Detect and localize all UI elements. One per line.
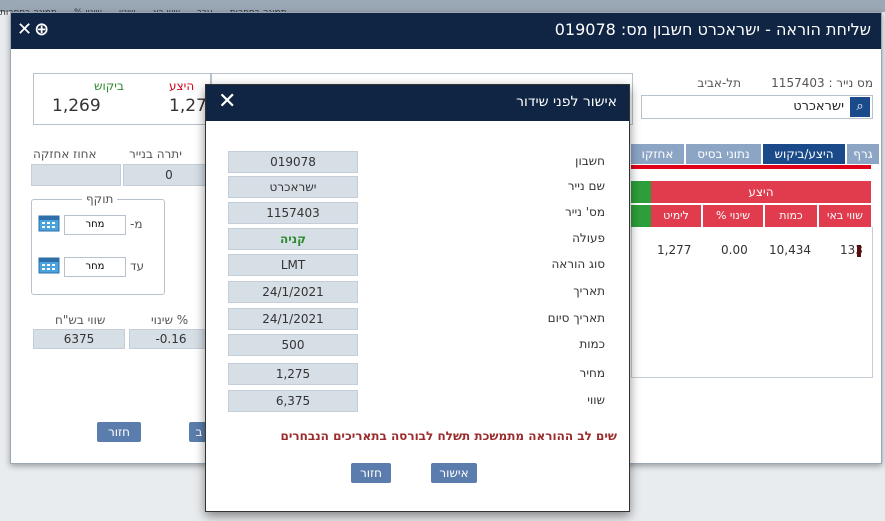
dialog-field: 500 <box>228 334 358 356</box>
bid-label: ביקוש <box>94 79 124 93</box>
dialog-field: 019078 <box>228 151 358 173</box>
exchange-label: תל-אביב <box>697 76 741 90</box>
calendar-icon[interactable] <box>38 256 60 274</box>
window-titlebar: ✕⊕ שליחת הוראה - ישראכרט חשבון מס: 01907… <box>11 13 881 49</box>
bid-col-fragment <box>631 205 651 227</box>
dialog-field-label: מחיר <box>579 366 605 380</box>
dialog-field-label: פעולה <box>572 231 605 245</box>
dialog-row: LMT סוג הוראה <box>206 254 629 278</box>
bid-header-fragment <box>631 181 651 203</box>
close-icon[interactable]: ✕ <box>17 19 34 40</box>
dialog-field-label: סוג הוראה <box>551 257 605 271</box>
dialog-field-label: שווי <box>587 393 605 407</box>
security-search-input[interactable]: ⌕ ישראכרט <box>641 95 873 119</box>
dialog-warning: שים לב ההוראה מתמשכת תשלח לבורסה בתאריכי… <box>280 429 617 443</box>
to-date-input[interactable]: מחר <box>64 257 126 277</box>
tab-chart[interactable]: גרף <box>847 144 879 164</box>
window-title: שליחת הוראה - ישראכרט חשבון מס: 019078 <box>554 20 871 39</box>
dialog-back-button[interactable]: חזור <box>351 463 391 483</box>
dialog-field: 6,375 <box>228 390 358 412</box>
dialog-field: 24/1/2021 <box>228 281 358 303</box>
dialog-field: 24/1/2021 <box>228 308 358 330</box>
value-nis-field: 6375 <box>33 329 125 349</box>
dialog-field-label: תאריך סיום <box>547 311 605 325</box>
calendar-icon[interactable] <box>38 214 60 232</box>
orderbook-col-header: שווי באי <box>819 205 871 227</box>
dialog-row: 1,275 מחיר <box>206 363 629 387</box>
zoom-icon[interactable]: ⊕ <box>34 19 51 40</box>
holding-pct-label: אחוז אחזקה <box>33 147 97 161</box>
dialog-field-label: שם נייר <box>567 179 605 193</box>
dialog-row: 24/1/2021 תאריך <box>206 281 629 305</box>
row-marker <box>857 245 861 257</box>
dialog-row: 500 כמות <box>206 334 629 358</box>
orderbook-col-header: לימיט <box>651 205 701 227</box>
change-pct-label: % שינוי <box>151 313 189 327</box>
dialog-row: 6,375 שווי <box>206 390 629 414</box>
orderbook-cell: 0.00 <box>721 243 748 257</box>
dialog-row: קניה פעולה <box>206 228 629 252</box>
change-pct-field: -0.16 <box>129 329 213 349</box>
dialog-confirm-button[interactable]: אישור <box>431 463 477 483</box>
dialog-row: ישראכרט שם נייר <box>206 176 629 200</box>
dialog-row: 1157403 מס' נייר <box>206 202 629 226</box>
dialog-field-label: חשבון <box>575 154 605 168</box>
quote-box-bid-ask: ביקוש 1,269 היצע 1,277 <box>33 73 218 125</box>
security-number-label: מס נייר : 1157403 <box>771 76 873 90</box>
validity-legend: תוקף <box>82 192 118 206</box>
dialog-title: אישור לפני שידור <box>516 94 617 110</box>
holding-pct-field <box>31 164 121 186</box>
orderbook-cell: 1,277 <box>657 243 692 257</box>
tab-holdings[interactable]: אחזקו <box>631 144 684 164</box>
dialog-field: LMT <box>228 254 358 276</box>
search-icon[interactable]: ⌕ <box>850 97 870 117</box>
dialog-titlebar: ✕ אישור לפני שידור <box>206 85 629 121</box>
back-button[interactable]: חזור <box>97 422 141 442</box>
tab-base-data[interactable]: נתוני בסיס <box>686 144 761 164</box>
dialog-field: ישראכרט <box>228 176 358 198</box>
orderbook-ask-header: היצע <box>651 181 871 203</box>
search-value: ישראכרט <box>793 99 844 114</box>
dialog-row: 019078 חשבון <box>206 151 629 175</box>
validity-group: תוקף מחר מ- מחר עד <box>31 192 165 295</box>
from-date-input[interactable]: מחר <box>64 215 126 235</box>
value-nis-label: שווי בש"ח <box>55 313 106 327</box>
dialog-field-label: תאריך <box>573 284 605 298</box>
tab-bid-ask[interactable]: היצע/ביקוש <box>763 144 845 164</box>
orderbook-cell: 10,434 <box>769 243 811 257</box>
window-controls: ✕⊕ <box>17 19 51 40</box>
bid-value: 1,269 <box>52 96 101 116</box>
dialog-field-action: קניה <box>228 228 358 250</box>
balance-field: 0 <box>123 164 215 186</box>
dialog-field: 1157403 <box>228 202 358 224</box>
dialog-field: 1,275 <box>228 363 358 385</box>
orderbook-col-header: כמות <box>765 205 817 227</box>
dialog-close-icon[interactable]: ✕ <box>218 89 236 114</box>
confirm-dialog: ✕ אישור לפני שידור 019078 חשבון ישראכרט … <box>205 84 630 512</box>
ask-label: היצע <box>169 79 195 93</box>
from-label: מ- <box>130 217 143 231</box>
ask-indicator-bar <box>631 165 871 169</box>
dialog-row: 24/1/2021 תאריך סיום <box>206 308 629 332</box>
balance-label: יתרה בנייר <box>129 147 182 161</box>
orderbook-col-header: % שינוי <box>703 205 763 227</box>
dialog-field-label: מס' נייר <box>565 205 605 219</box>
to-label: עד <box>130 259 145 273</box>
background-app-strip: תמונה בספרות % שינוי שינוי שווי בא ערך ת… <box>0 0 885 18</box>
dialog-field-label: כמות <box>579 337 605 351</box>
